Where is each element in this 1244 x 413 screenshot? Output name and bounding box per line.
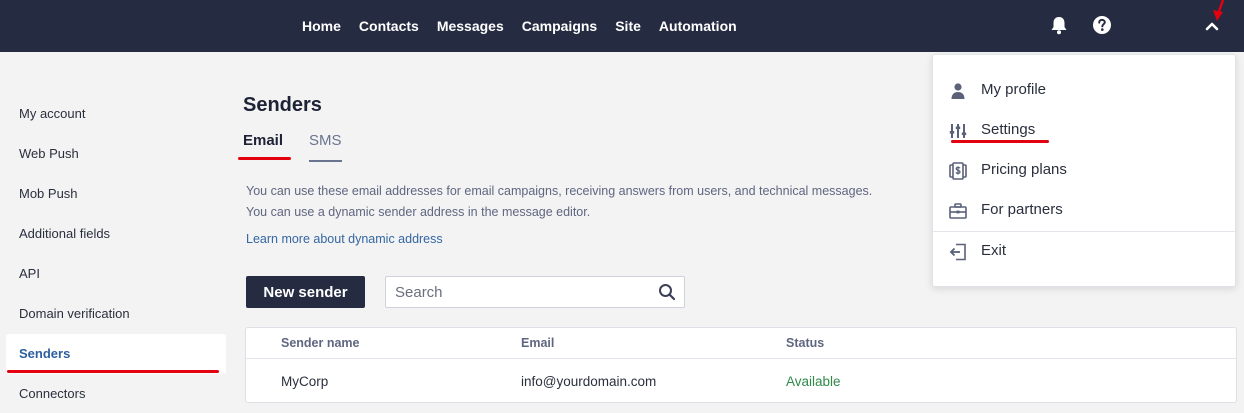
page-title: Senders	[243, 94, 322, 116]
sidebar-item-mob-push[interactable]: Mob Push	[0, 174, 232, 214]
menu-item-settings[interactable]: Settings	[933, 113, 1235, 149]
info-line-2: You can use a dynamic sender address in …	[246, 205, 591, 219]
help-icon[interactable]	[1091, 14, 1113, 36]
menu-item-exit[interactable]: Exit	[933, 234, 1235, 270]
column-header-email[interactable]: Email	[521, 336, 554, 350]
annotation-underline-settings	[951, 140, 1049, 143]
senders-table: Sender name Email Status MyCorp info@you…	[245, 327, 1237, 403]
cell-sender-name: MyCorp	[281, 374, 329, 389]
main-nav: Home Contacts Messages Campaigns Site Au…	[302, 0, 737, 52]
status-badge: Available	[786, 374, 841, 389]
person-icon	[951, 83, 965, 99]
annotation-underline-email	[238, 157, 291, 160]
menu-item-label: Pricing plans	[981, 161, 1067, 178]
table-divider	[246, 358, 1236, 359]
sidebar-item-domain-verification[interactable]: Domain verification	[0, 294, 232, 334]
new-sender-button[interactable]: New sender	[246, 276, 365, 308]
column-header-status[interactable]: Status	[786, 336, 824, 350]
nav-messages[interactable]: Messages	[437, 18, 504, 34]
settings-sidebar: My account Web Push Mob Push Additional …	[0, 94, 232, 413]
sidebar-item-senders[interactable]: Senders	[6, 334, 226, 374]
sidebar-item-web-push[interactable]: Web Push	[0, 134, 232, 174]
nav-automation[interactable]: Automation	[659, 18, 737, 34]
search-box	[385, 276, 685, 308]
money-icon	[949, 162, 967, 180]
bell-icon[interactable]	[1048, 14, 1070, 36]
menu-item-for-partners[interactable]: For partners	[933, 193, 1235, 229]
sliders-icon	[949, 124, 967, 138]
menu-item-my-profile[interactable]: My profile	[933, 73, 1235, 109]
cell-email: info@yourdomain.com	[521, 374, 657, 389]
briefcase-icon	[949, 203, 967, 219]
menu-item-label: For partners	[981, 201, 1063, 218]
search-input[interactable]	[386, 277, 646, 307]
menu-item-label: My profile	[981, 81, 1047, 98]
exit-icon	[949, 243, 966, 261]
nav-contacts[interactable]: Contacts	[359, 18, 419, 34]
sidebar-item-api[interactable]: API	[0, 254, 232, 294]
search-icon[interactable]	[658, 283, 676, 301]
annotation-underline-senders	[7, 370, 219, 373]
nav-campaigns[interactable]: Campaigns	[522, 18, 597, 34]
sidebar-item-additional-fields[interactable]: Additional fields	[0, 214, 232, 254]
nav-home[interactable]: Home	[302, 18, 341, 34]
sidebar-item-connectors[interactable]: Connectors	[0, 374, 232, 413]
tab-sms[interactable]: SMS	[309, 132, 342, 162]
learn-more-link[interactable]: Learn more about dynamic address	[246, 232, 443, 246]
column-header-sender-name[interactable]: Sender name	[281, 336, 360, 350]
nav-site[interactable]: Site	[615, 18, 641, 34]
menu-item-label: Settings	[981, 121, 1036, 138]
menu-item-pricing-plans[interactable]: Pricing plans	[933, 153, 1235, 189]
info-line-1: You can use these email addresses for em…	[246, 184, 873, 198]
menu-item-label: Exit	[981, 242, 1007, 259]
annotation-arrow	[1213, 0, 1225, 21]
user-dropdown-menu: My profile Settings Pricing plans For pa…	[932, 54, 1236, 287]
sidebar-item-my-account[interactable]: My account	[0, 94, 232, 134]
info-text: You can use these email addresses for em…	[246, 181, 872, 223]
top-navbar: Home Contacts Messages Campaigns Site Au…	[0, 0, 1244, 52]
menu-divider	[933, 231, 1235, 232]
